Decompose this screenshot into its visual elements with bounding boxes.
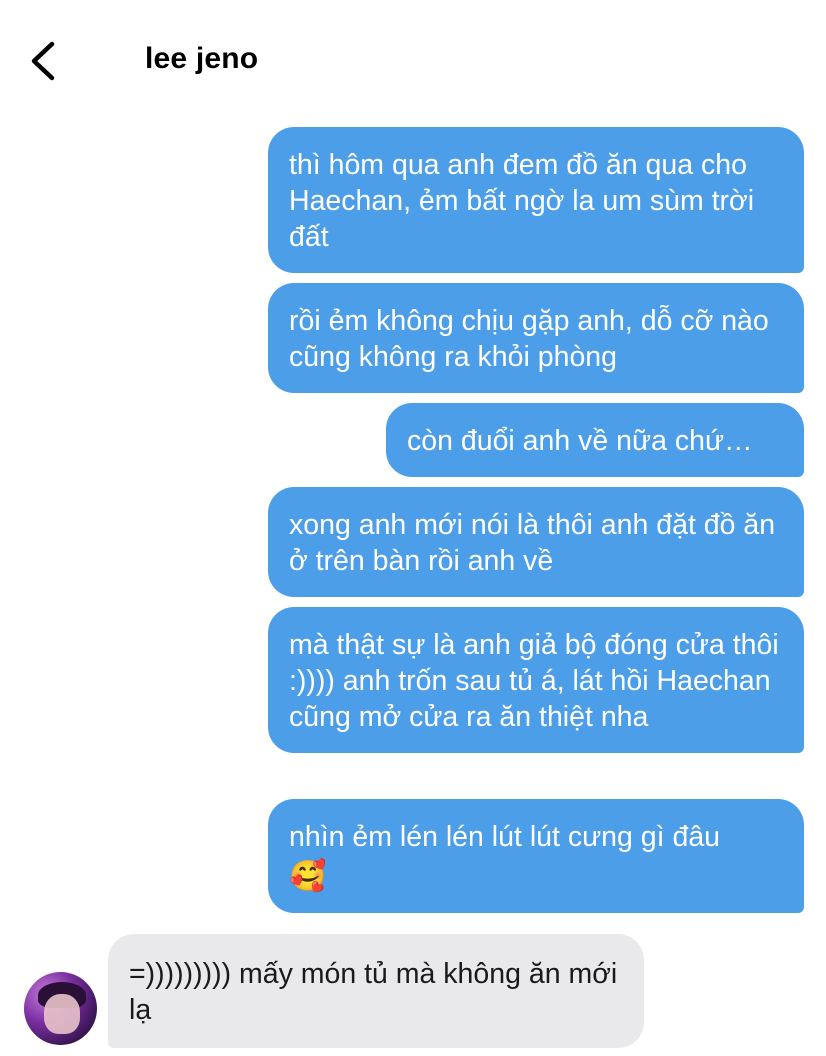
message-bubble-sent[interactable]: mà thật sự là anh giả bộ đóng cửa thôi :… [268, 607, 804, 753]
message-bubble-sent[interactable]: còn đuổi anh về nữa chứ… [386, 403, 804, 477]
message-text: =))))))))) mấy món tủ mà không ăn mới lạ [129, 958, 618, 1026]
message-text: còn đuổi anh về nữa chứ… [407, 425, 753, 457]
smiling-face-with-hearts-icon: 🥰 [289, 859, 327, 894]
message-bubble-sent[interactable]: xong anh mới nói là thôi anh đặt đồ ăn ở… [268, 487, 804, 597]
message-text: nhìn ẻm lén lén lút lút cưng gì đâu [289, 821, 721, 853]
message-bubble-sent[interactable]: rồi ẻm không chịu gặp anh, dỗ cỡ nào cũn… [268, 283, 804, 393]
message-text: xong anh mới nói là thôi anh đặt đồ ăn ở… [289, 509, 776, 577]
message-text: mà thật sự là anh giả bộ đóng cửa thôi :… [289, 629, 779, 733]
message-thread: thì hôm qua anh đem đồ ăn qua cho Haecha… [0, 0, 826, 1056]
contact-avatar[interactable] [24, 972, 97, 1045]
message-bubble-received[interactable]: =))))))))) mấy món tủ mà không ăn mới lạ [108, 934, 644, 1048]
message-bubble-sent[interactable]: thì hôm qua anh đem đồ ăn qua cho Haecha… [268, 127, 804, 273]
message-bubble-sent[interactable]: nhìn ẻm lén lén lút lút cưng gì đâu 🥰 [268, 799, 804, 913]
message-text: rồi ẻm không chịu gặp anh, dỗ cỡ nào cũn… [289, 305, 769, 373]
message-text: thì hôm qua anh đem đồ ăn qua cho Haecha… [289, 149, 755, 253]
